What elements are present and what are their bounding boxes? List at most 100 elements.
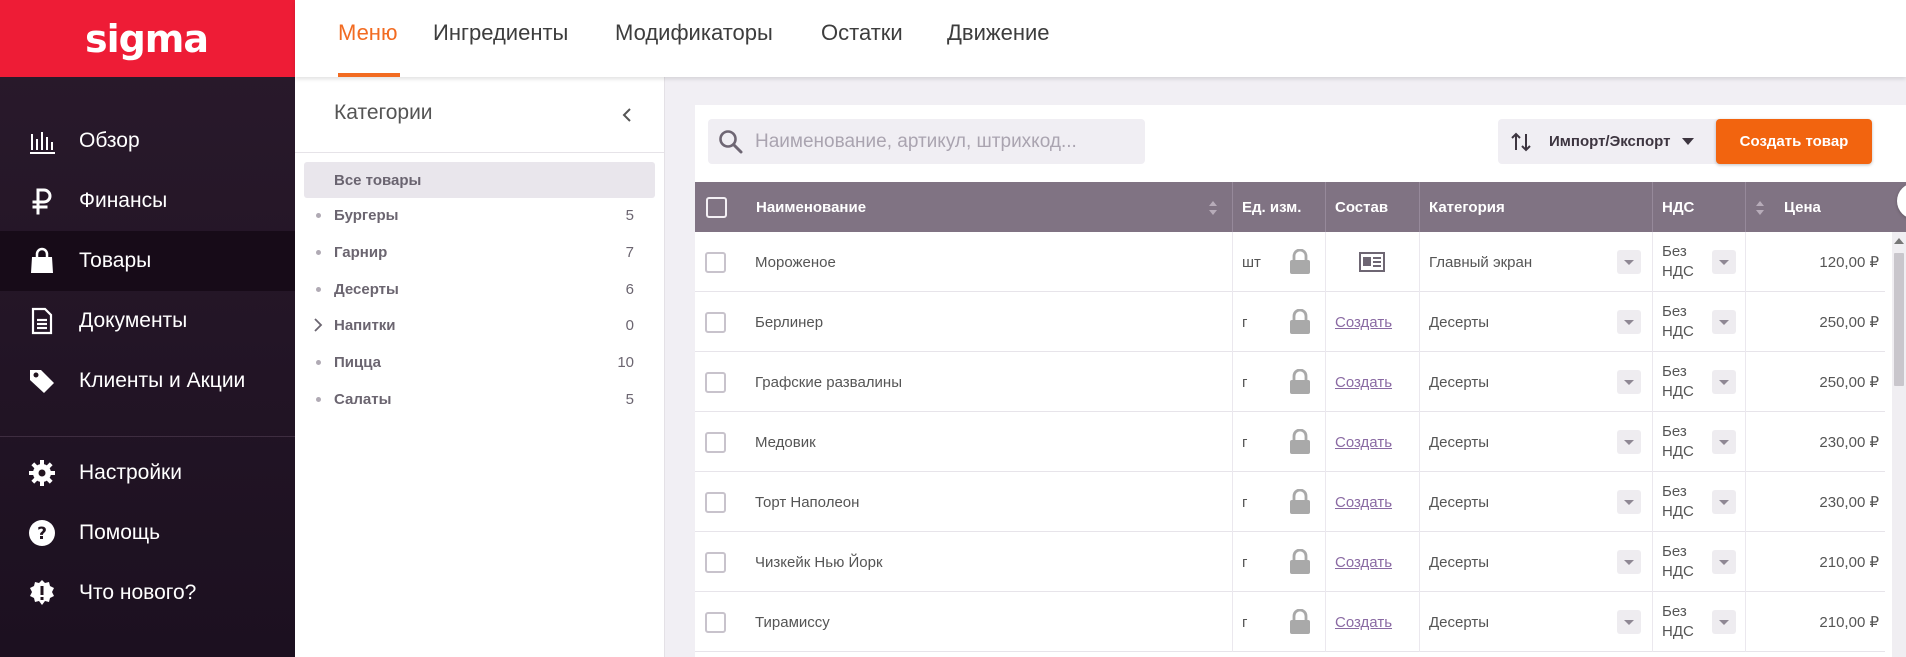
product-name[interactable]: Торт Наполеон [755,472,859,532]
dropdown-toggle[interactable] [1712,430,1736,454]
sort-icon[interactable] [1208,200,1218,216]
search-input[interactable] [755,130,1135,153]
category-item[interactable]: Гарнир 7 [295,237,664,267]
table-row[interactable]: Берлинер г Создать Десерты Без НДС 250,00… [695,292,1885,352]
logo[interactable]: sigma [0,0,295,77]
product-name[interactable]: Графские развалины [755,352,902,412]
sidebar-item-help[interactable]: ? Помощь [0,503,295,563]
chevron-right-icon[interactable] [311,318,325,332]
tab-ingredients[interactable]: Ингредиенты [433,20,568,46]
price-value[interactable]: 250,00 ₽ [1819,352,1879,412]
dropdown-toggle[interactable] [1617,490,1641,514]
vat-dropdown[interactable] [1712,232,1736,292]
collapse-panel-icon[interactable] [617,105,637,125]
row-checkbox[interactable] [705,551,726,573]
dropdown-toggle[interactable] [1617,430,1641,454]
category-dropdown[interactable] [1617,412,1641,472]
tech-card-icon[interactable] [1358,232,1386,292]
price-value[interactable]: 230,00 ₽ [1819,412,1879,472]
table-row[interactable]: Тирамиссу г Создать Десерты Без НДС 210,0… [695,592,1885,652]
tab-movement[interactable]: Движение [947,20,1050,46]
dropdown-toggle[interactable] [1712,610,1736,634]
dropdown-toggle[interactable] [1712,370,1736,394]
create-composition-link[interactable]: Создать [1335,314,1392,331]
dropdown-toggle[interactable] [1617,250,1641,274]
sidebar-item-settings[interactable]: Настройки [0,443,295,503]
price-value[interactable]: 250,00 ₽ [1819,292,1879,352]
row-checkbox[interactable] [705,311,726,333]
sidebar-item-overview[interactable]: Обзор [0,111,295,171]
table-row[interactable]: Чизкейк Нью Йорк г Создать Десерты Без НД… [695,532,1885,592]
price-value[interactable]: 210,00 ₽ [1819,532,1879,592]
row-checkbox[interactable] [705,491,726,513]
category-dropdown[interactable] [1617,472,1641,532]
create-composition-link[interactable]: Создать [1335,374,1392,391]
category-all-products[interactable]: Все товары [304,162,655,198]
sidebar-item-whats-new[interactable]: Что нового? [0,563,295,623]
create-product-button[interactable]: Создать товар [1716,119,1872,164]
scroll-up-arrow-icon[interactable] [1894,238,1904,244]
price-value[interactable]: 120,00 ₽ [1819,232,1879,292]
tab-menu[interactable]: Меню [338,20,397,46]
dropdown-toggle[interactable] [1617,310,1641,334]
dropdown-toggle[interactable] [1617,610,1641,634]
price-value[interactable]: 230,00 ₽ [1819,472,1879,532]
tab-modifiers[interactable]: Модификаторы [615,20,773,46]
dropdown-toggle[interactable] [1712,550,1736,574]
vat-dropdown[interactable] [1712,472,1736,532]
column-header-unit[interactable]: Ед. изм. [1242,182,1301,232]
row-checkbox[interactable] [705,371,726,393]
column-header-name[interactable]: Наименование [756,182,866,232]
vat-dropdown[interactable] [1712,412,1736,472]
column-header-price[interactable]: Цена [1784,182,1821,232]
category-item[interactable]: Салаты 5 [295,384,664,414]
create-composition-link[interactable]: Создать [1335,434,1392,451]
dropdown-toggle[interactable] [1712,250,1736,274]
product-name[interactable]: Чизкейк Нью Йорк [755,532,883,592]
category-dropdown[interactable] [1617,532,1641,592]
search-box[interactable] [708,119,1145,164]
vat-dropdown[interactable] [1712,592,1736,652]
table-row[interactable]: Мороженое шт Главный экран Без НДС 120,0… [695,232,1885,292]
product-name[interactable]: Медовик [755,412,816,472]
import-export-button[interactable]: Импорт/Экспорт [1498,119,1723,164]
category-dropdown[interactable] [1617,232,1641,292]
price-value[interactable]: 210,00 ₽ [1819,592,1879,652]
category-item[interactable]: Напитки 0 [295,310,664,340]
create-composition-link[interactable]: Создать [1335,494,1392,511]
product-name[interactable]: Мороженое [755,232,836,292]
category-dropdown[interactable] [1617,592,1641,652]
row-checkbox[interactable] [705,431,726,453]
dropdown-toggle[interactable] [1617,370,1641,394]
vat-dropdown[interactable] [1712,352,1736,412]
table-row[interactable]: Медовик г Создать Десерты Без НДС 230,00 … [695,412,1885,472]
vat-dropdown[interactable] [1712,532,1736,592]
category-item[interactable]: Пицца 10 [295,347,664,377]
sidebar-item-clients[interactable]: Клиенты и Акции [0,351,295,411]
row-checkbox[interactable] [705,611,726,633]
table-row[interactable]: Торт Наполеон г Создать Десерты Без НДС 2… [695,472,1885,532]
create-composition-link[interactable]: Создать [1335,554,1392,571]
create-composition-link[interactable]: Создать [1335,614,1392,631]
select-all-checkbox[interactable] [706,196,727,218]
row-checkbox[interactable] [705,251,726,273]
product-name[interactable]: Берлинер [755,292,823,352]
scrollbar-thumb[interactable] [1894,253,1904,386]
sort-icon[interactable] [1755,200,1765,216]
vat-dropdown[interactable] [1712,292,1736,352]
category-item[interactable]: Десерты 6 [295,274,664,304]
column-header-category[interactable]: Категория [1429,182,1505,232]
column-header-composition[interactable]: Состав [1335,182,1388,232]
category-item[interactable]: Бургеры 5 [295,200,664,230]
table-row[interactable]: Графские развалины г Создать Десерты Без… [695,352,1885,412]
dropdown-toggle[interactable] [1617,550,1641,574]
tab-stock[interactable]: Остатки [821,20,903,46]
category-dropdown[interactable] [1617,292,1641,352]
product-name[interactable]: Тирамиссу [755,592,830,652]
table-scrollbar[interactable] [1892,232,1906,657]
dropdown-toggle[interactable] [1712,490,1736,514]
sidebar-item-documents[interactable]: Документы [0,291,295,351]
sidebar-item-products[interactable]: Товары [0,231,295,291]
sidebar-item-finance[interactable]: Финансы [0,171,295,231]
category-dropdown[interactable] [1617,352,1641,412]
